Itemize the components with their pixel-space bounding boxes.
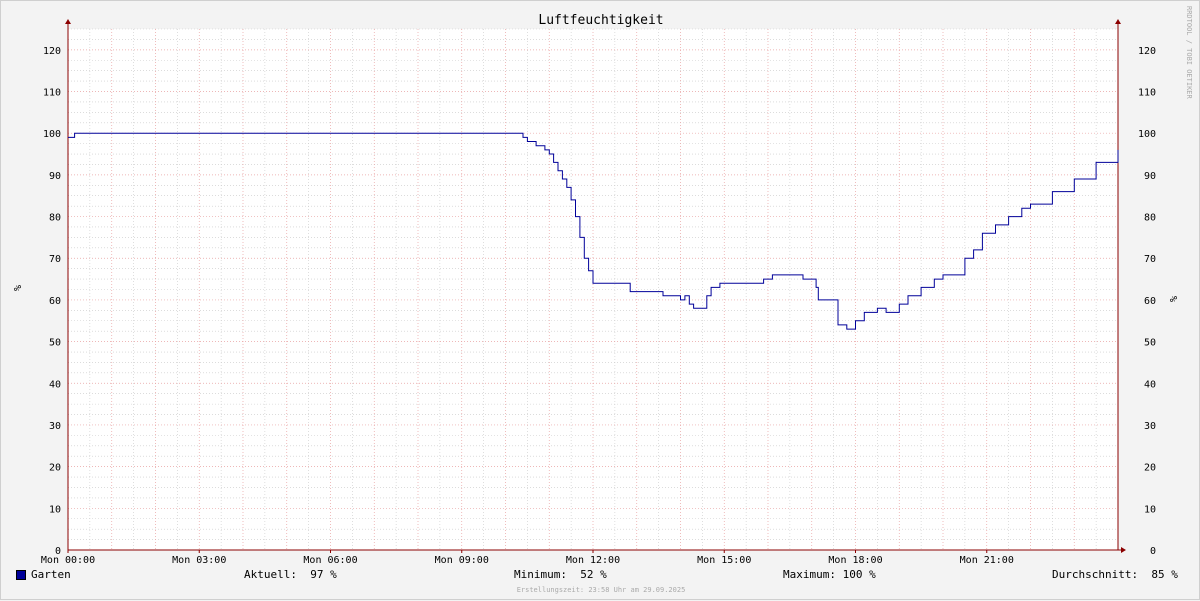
- y-axis-label-left: %: [11, 285, 22, 291]
- y-tick-label-right: 120: [1138, 46, 1156, 57]
- y-tick-label-left: 10: [49, 504, 61, 515]
- y-tick-label-left: 110: [43, 88, 61, 99]
- y-tick-label-left: 70: [49, 254, 61, 265]
- stat-maximum: Maximum: 100 %: [783, 568, 876, 581]
- y-tick-label-left: 30: [49, 421, 61, 432]
- y-tick-label-right: 80: [1144, 213, 1156, 224]
- y-tick-label-left: 50: [49, 338, 61, 349]
- legend: Garten Aktuell: 97 % Minimum: 52 % Maxim…: [1, 567, 1200, 585]
- y-tick-label-right: 20: [1144, 463, 1156, 474]
- y-tick-label-left: 80: [49, 213, 61, 224]
- y-axis-arrow-left: [65, 19, 71, 24]
- y-tick-label-left: 120: [43, 46, 61, 57]
- x-tick-label: Mon 03:00: [172, 555, 226, 566]
- y-tick-label-right: 30: [1144, 421, 1156, 432]
- x-axis-arrow: [1121, 547, 1126, 553]
- chart-title: Luftfeuchtigkeit: [538, 13, 663, 28]
- y-tick-label-left: 40: [49, 379, 61, 390]
- grid: [68, 28, 1118, 550]
- chart-frame: Luftfeuchtigkeit 0 0 10 10 20 20 30 30 40 40 50 50 6…: [0, 0, 1200, 600]
- stat-current: Aktuell: 97 %: [244, 568, 337, 581]
- stat-minimum: Minimum: 52 %: [514, 568, 607, 581]
- stat-average: Durchschnitt: 85 %: [1052, 568, 1178, 581]
- y-tick-label-right: 10: [1144, 504, 1156, 515]
- y-tick-label-left: 60: [49, 296, 61, 307]
- x-tick-label: Mon 00:00: [41, 555, 95, 566]
- watermark: RRDTOOL / TOBI OETIKER: [1185, 6, 1193, 100]
- x-tick-label: Mon 06:00: [303, 555, 357, 566]
- y-tick-label-right: 50: [1144, 338, 1156, 349]
- y-tick-label-right: 100: [1138, 129, 1156, 140]
- y-tick-label-left: 90: [49, 171, 61, 182]
- x-tick-label: Mon 18:00: [828, 555, 882, 566]
- y-tick-label-right: 40: [1144, 379, 1156, 390]
- legend-series-label: Garten: [31, 568, 71, 581]
- x-tick-label: Mon 09:00: [435, 555, 489, 566]
- y-tick-label-right: 90: [1144, 171, 1156, 182]
- x-tick-label: Mon 15:00: [697, 555, 751, 566]
- y-tick-label-left: 100: [43, 129, 61, 140]
- footer-timestamp: Erstellungszeit: 23:58 Uhr am 29.09.2025: [516, 586, 686, 594]
- y-tick-label-right: 70: [1144, 254, 1156, 265]
- y-tick-label-right: 0: [1150, 546, 1156, 557]
- chart-canvas: Luftfeuchtigkeit 0 010 1020 2030 3040 4050 506…: [11, 6, 1193, 566]
- y-axis-label-right: %: [1169, 296, 1180, 302]
- y-tick-label-right: 60: [1144, 296, 1156, 307]
- x-tick-label: Mon 12:00: [566, 555, 620, 566]
- legend-swatch: [16, 570, 26, 580]
- y-axis-arrow-right: [1115, 19, 1121, 24]
- y-tick-label-left: 20: [49, 463, 61, 474]
- x-tick-label: Mon 21:00: [960, 555, 1014, 566]
- y-tick-label-right: 110: [1138, 88, 1156, 99]
